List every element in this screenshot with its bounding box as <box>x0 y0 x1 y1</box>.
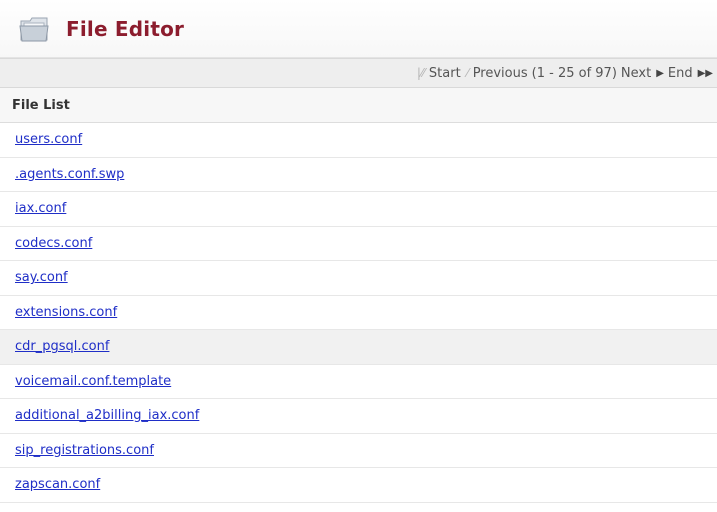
table-row: codecs.conf <box>0 226 717 261</box>
pager-range: (1 - 25 of 97) <box>531 65 617 81</box>
table-row: sip_registrations.conf <box>0 433 717 468</box>
file-link[interactable]: voicemail.conf.template <box>15 374 171 389</box>
table-row: .agents.conf.swp <box>0 157 717 192</box>
table-row: zapscan.conf <box>0 468 717 503</box>
file-link[interactable]: say.conf <box>15 270 68 285</box>
table-row: users.conf <box>0 123 717 158</box>
file-link[interactable]: .agents.conf.swp <box>15 167 124 182</box>
table-row: voicemail.conf.template <box>0 364 717 399</box>
file-link[interactable]: codecs.conf <box>15 236 92 251</box>
file-list-header: File List <box>0 88 717 123</box>
table-row: extensions.conf <box>0 295 717 330</box>
page-title: File Editor <box>66 16 185 41</box>
end-double-arrow-icon[interactable]: ▶▶ <box>698 68 713 79</box>
pager-bar: |⁄⁄ Start ⁄ Previous (1 - 25 of 97) Next… <box>0 58 717 88</box>
previous-icon: ⁄ <box>466 66 469 80</box>
file-link[interactable]: cdr_pgsql.conf <box>15 339 109 354</box>
file-link[interactable]: additional_a2billing_iax.conf <box>15 408 199 423</box>
file-list: users.conf .agents.conf.swp iax.conf cod… <box>0 123 717 503</box>
table-row: say.conf <box>0 261 717 296</box>
start-icon: |⁄⁄ <box>416 66 425 80</box>
table-row-highlighted: cdr_pgsql.conf <box>0 330 717 365</box>
file-link[interactable]: users.conf <box>15 132 82 147</box>
file-link[interactable]: iax.conf <box>15 201 66 216</box>
pager-end-link[interactable]: End <box>668 66 693 81</box>
file-link[interactable]: zapscan.conf <box>15 477 100 492</box>
file-link[interactable]: extensions.conf <box>15 305 117 320</box>
pager-previous-link[interactable]: Previous <box>473 66 528 81</box>
table-row: additional_a2billing_iax.conf <box>0 399 717 434</box>
file-editor-page: File Editor |⁄⁄ Start ⁄ Previous (1 - 25… <box>0 0 717 512</box>
file-link[interactable]: sip_registrations.conf <box>15 443 154 458</box>
next-arrow-icon[interactable]: ▶ <box>656 68 664 79</box>
pager-next-link[interactable]: Next <box>621 66 651 81</box>
pager-start-link[interactable]: Start <box>429 66 461 81</box>
table-row: iax.conf <box>0 192 717 227</box>
folder-icon <box>16 11 52 47</box>
title-bar: File Editor <box>0 0 717 58</box>
